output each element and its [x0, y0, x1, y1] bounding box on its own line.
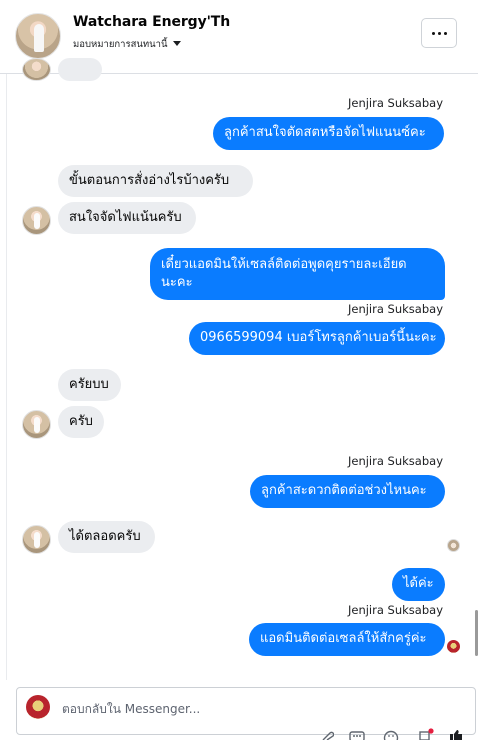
chevron-down-icon — [172, 41, 181, 46]
panel-divider — [6, 74, 7, 680]
more-dot-icon — [443, 31, 447, 35]
incoming-message[interactable]: สนใจจัดไฟแน้นครับ — [58, 202, 196, 234]
message-text: 0966599094 เบอร์โทรลูกค้าเบอร์นี้นะคะ — [200, 330, 437, 345]
more-dot-icon — [431, 31, 435, 35]
outgoing-message[interactable]: ลูกค้าสนใจตัดสตหรือจัดไฟแนนซ์คะ — [213, 117, 444, 150]
contact-name[interactable]: Watchara Energy'Th — [73, 14, 230, 30]
message-text: ลูกค้าสะดวกติดต่อช่วงไหนคะ — [261, 483, 427, 498]
sender-profile-avatar — [447, 640, 460, 653]
outgoing-message[interactable]: เดี๋ยวแอดมินให้เซลล์ติดต่อพูดคุยรายละเอี… — [150, 248, 445, 300]
reply-composer[interactable]: ตอบกลับใน Messenger... — [16, 687, 476, 735]
outgoing-message[interactable]: แอดมินติดต่อเซลล์ให้สักครู่ค่ะ — [249, 623, 445, 656]
send-payment-icon[interactable] — [418, 728, 436, 740]
message-text: ครับ — [69, 414, 93, 429]
message-text: ขั้นตอนการสั่งอ่างไรบ้างครับ — [69, 173, 230, 188]
incoming-message[interactable]: ครับ — [58, 406, 104, 438]
message-text: เดี๋ยวแอดมินให้เซลล์ติดต่อพูดคุยรายละเอี… — [161, 257, 407, 272]
contact-avatar-small — [22, 58, 51, 81]
contact-avatar[interactable] — [15, 13, 61, 59]
attachment-icon[interactable] — [320, 731, 334, 740]
outgoing-message[interactable]: 0966599094 เบอร์โทรลูกค้าเบอร์นี้นะคะ — [189, 322, 445, 355]
more-dot-icon — [437, 31, 441, 35]
reply-input[interactable]: ตอบกลับใน Messenger... — [62, 700, 200, 719]
like-icon[interactable] — [448, 729, 464, 740]
sender-name: Jenjira Suksabay — [347, 454, 443, 468]
message-text: นะคะ — [161, 275, 193, 290]
partial-incoming-bubble — [58, 58, 102, 81]
assign-conversation-dropdown[interactable]: มอบหมายการสนทนานี้ — [73, 37, 181, 52]
incoming-message[interactable]: ได้ตลอดครับ — [58, 521, 155, 553]
message-text: สนใจจัดไฟแน้นครับ — [69, 210, 182, 225]
contact-avatar-small[interactable] — [22, 410, 51, 439]
saved-replies-icon[interactable] — [349, 731, 365, 740]
contact-avatar-small[interactable] — [22, 206, 51, 235]
incoming-message[interactable]: ขั้นตอนการสั่งอ่างไรบ้างครับ — [58, 165, 253, 197]
message-text: ครัยบบ — [69, 377, 109, 392]
incoming-message[interactable]: ครัยบบ — [58, 369, 121, 401]
contact-avatar-small[interactable] — [22, 525, 51, 554]
message-text: ได้ค่ะ — [403, 576, 434, 591]
sender-name: Jenjira Suksabay — [347, 603, 443, 617]
assign-conversation-label: มอบหมายการสนทนานี้ — [73, 39, 168, 50]
message-text: ลูกค้าสนใจตัดสตหรือจัดไฟแนนซ์คะ — [224, 125, 426, 140]
outgoing-message[interactable]: ได้ค่ะ — [392, 568, 445, 601]
sender-name: Jenjira Suksabay — [347, 96, 443, 110]
sender-name: Jenjira Suksabay — [347, 302, 443, 316]
outgoing-message[interactable]: ลูกค้าสะดวกติดต่อช่วงไหนคะ — [250, 475, 445, 508]
message-text: แอดมินติดต่อเซลล์ให้สักครู่ค่ะ — [260, 631, 427, 646]
seen-receipt-avatar — [447, 539, 460, 552]
page-avatar — [26, 695, 50, 719]
more-options-button[interactable] — [421, 18, 457, 48]
emoji-icon[interactable] — [383, 730, 399, 740]
message-text: ได้ตลอดครับ — [69, 529, 141, 544]
